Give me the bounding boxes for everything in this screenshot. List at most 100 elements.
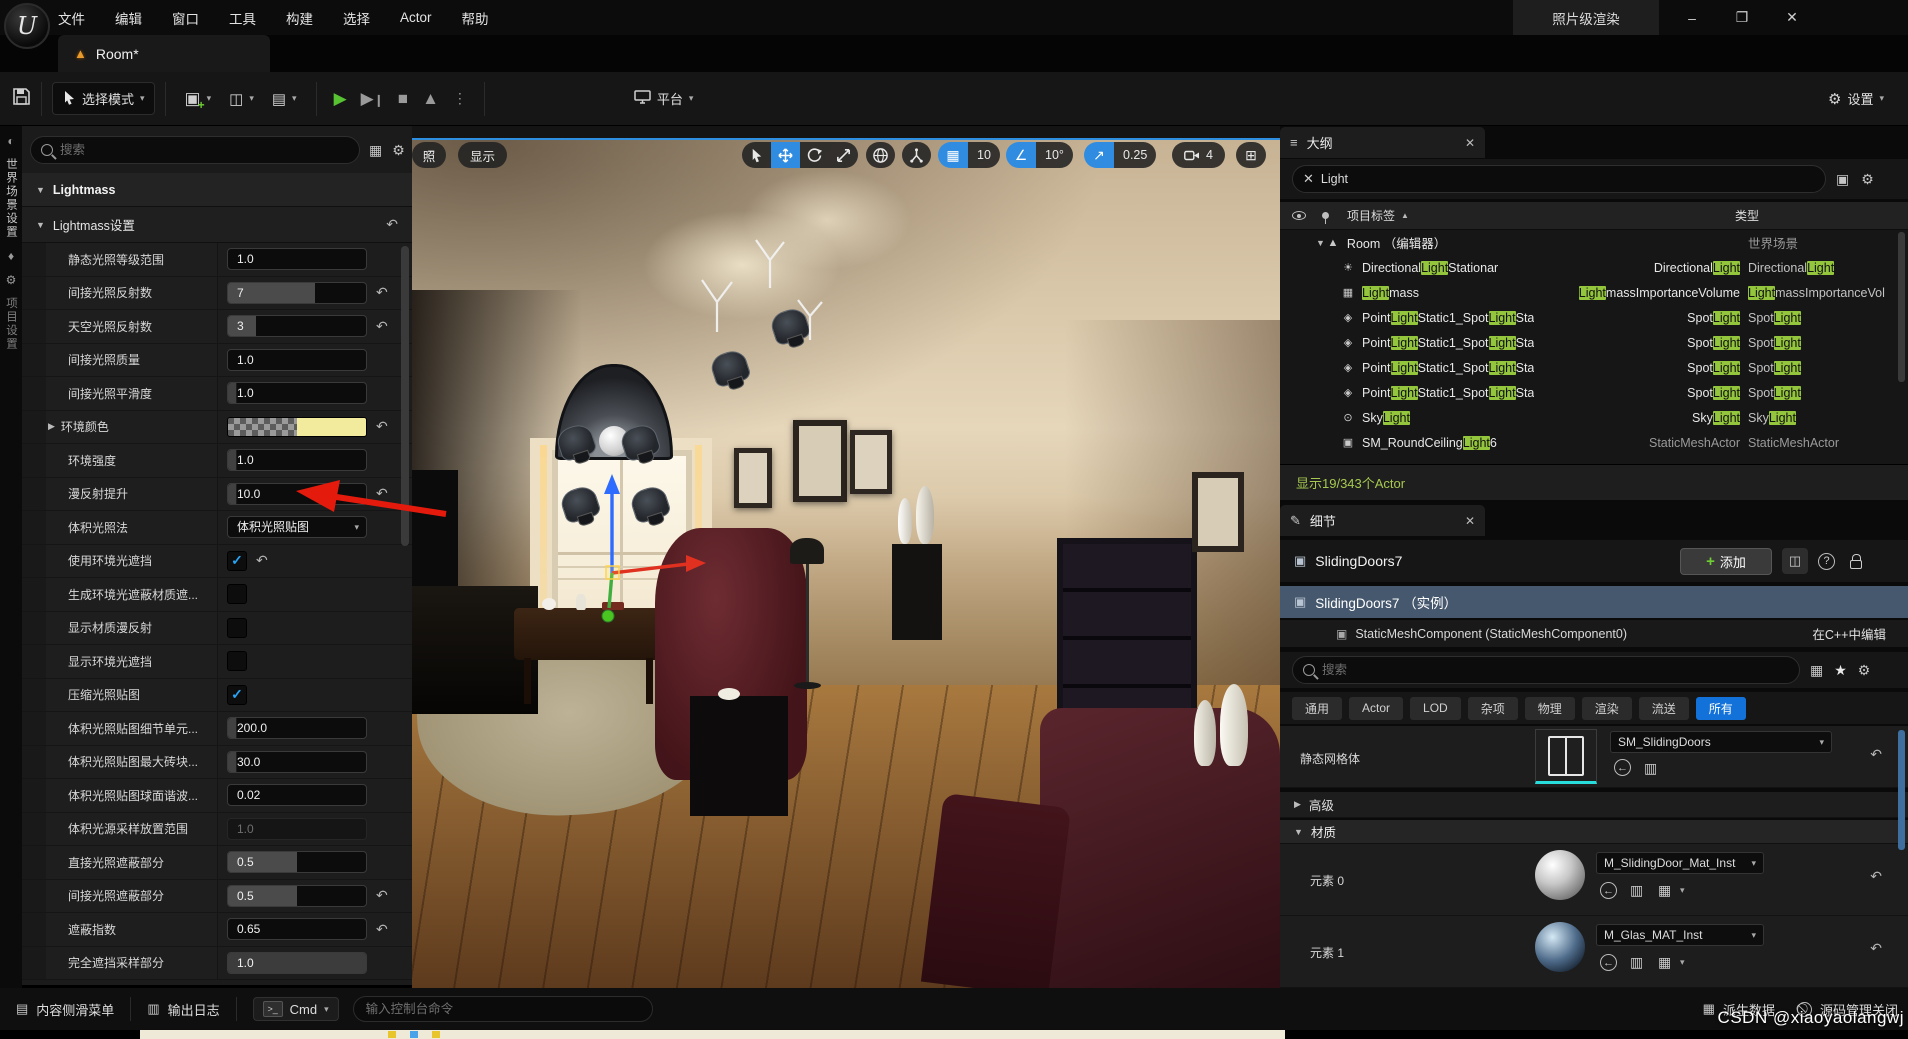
value-input[interactable]: 0.5 — [227, 851, 367, 873]
add-actor-dropdown[interactable]: ▣+▾ — [176, 83, 221, 115]
reset-icon[interactable]: ↶ — [1870, 746, 1882, 763]
select-tool[interactable] — [742, 142, 771, 168]
filter-chip-杂项[interactable]: 杂项 — [1468, 697, 1518, 720]
reset-icon[interactable]: ↶ — [376, 921, 388, 938]
value-input[interactable]: 30.0 — [227, 751, 367, 773]
world-coord-toggle[interactable] — [866, 142, 895, 168]
more-options-icon[interactable]: ▾ — [1680, 885, 1685, 896]
menu-文件[interactable]: 文件 — [58, 8, 85, 28]
rail-world-settings-tab[interactable]: 世界场景设置 — [3, 158, 19, 239]
outliner-settings-gear-icon[interactable]: ⚙ — [1861, 171, 1874, 188]
outliner-row[interactable]: ▦LightmassLightmassImportanceVolumeLight… — [1280, 280, 1908, 305]
section-lightmass[interactable]: ▼ Lightmass — [22, 173, 412, 207]
viewport-scene[interactable]: .spotg{width:36px;height:32px;background… — [412, 140, 1280, 990]
filter-chip-流送[interactable]: 流送 — [1639, 697, 1689, 720]
menu-Actor[interactable]: Actor — [400, 10, 432, 25]
section-lightmass-settings[interactable]: ▼ Lightmass设置 ↶ — [22, 207, 412, 243]
panel-settings-gear-icon[interactable]: ⚙ — [392, 142, 405, 159]
console-command-input[interactable] — [353, 996, 653, 1022]
outliner-row[interactable]: ☀DirectionalLightStationarDirectionalLig… — [1280, 255, 1908, 280]
reset-icon[interactable]: ↶ — [376, 318, 388, 335]
menu-构建[interactable]: 构建 — [286, 8, 313, 28]
outliner-row[interactable]: ▣SM_RoundCeilingLight6StaticMeshActorSta… — [1280, 430, 1908, 455]
grid-snap-value[interactable]: 10 — [968, 142, 1000, 168]
favorites-star-icon[interactable]: ★ — [1834, 662, 1847, 679]
value-checkbox[interactable] — [227, 618, 247, 638]
value-input[interactable]: 0.5 — [227, 885, 367, 907]
menu-选择[interactable]: 选择 — [343, 8, 370, 28]
move-tool[interactable] — [771, 142, 800, 168]
value-input[interactable]: 1.0 — [227, 382, 367, 404]
rail-project-settings-tab[interactable]: 项目设置 — [3, 297, 19, 351]
content-drawer-button[interactable]: ▤ 内容侧滑菜单 — [0, 988, 130, 1030]
menu-工具[interactable]: 工具 — [229, 8, 256, 28]
outliner-row[interactable]: ◈PointLightStatic1_SpotLightStaSpotLight… — [1280, 305, 1908, 330]
surface-snapping-toggle[interactable] — [902, 142, 931, 168]
cinematics-dropdown[interactable]: ▤▾ — [263, 84, 306, 114]
scale-tool[interactable] — [829, 142, 858, 168]
value-checkbox[interactable] — [227, 651, 247, 671]
outliner-row[interactable]: ◈PointLightStatic1_SpotLightStaSpotLight… — [1280, 330, 1908, 355]
details-scrollbar[interactable] — [1898, 730, 1905, 850]
value-checkbox[interactable] — [227, 584, 247, 604]
close-button[interactable]: ✕ — [1772, 0, 1812, 35]
project-title-button[interactable]: 照片级渲染 — [1513, 0, 1659, 35]
column-view-icon[interactable]: ▦ — [369, 142, 382, 159]
output-log-button[interactable]: ▥ 输出日志 — [131, 988, 235, 1030]
outliner-row[interactable]: ▼▲Room （编辑器）世界场景 — [1280, 230, 1908, 255]
blueprint-convert-icon[interactable]: ◫ — [1782, 548, 1808, 574]
material-asset-dropdown[interactable]: M_Glas_MAT_Inst▾ — [1596, 924, 1764, 946]
tab-outliner[interactable]: ≡ 大纲 ✕ — [1280, 127, 1485, 158]
viewport[interactable]: .spotg{width:36px;height:32px;background… — [412, 126, 1280, 990]
static-mesh-asset-dropdown[interactable]: SM_SlidingDoors▾ — [1610, 731, 1832, 753]
advanced-section[interactable]: ▶ 高级 — [1280, 792, 1908, 818]
value-input[interactable]: 7 — [227, 282, 367, 304]
menu-编辑[interactable]: 编辑 — [115, 8, 142, 28]
filter-chip-Actor[interactable]: Actor — [1349, 697, 1403, 720]
reset-icon[interactable]: ↶ — [376, 485, 388, 502]
close-icon[interactable]: ✕ — [1465, 514, 1475, 528]
browse-to-asset-icon[interactable]: ▥ — [1630, 954, 1643, 971]
details-search-input[interactable] — [1322, 663, 1789, 677]
skip-button[interactable]: ▶❙ — [361, 89, 384, 109]
world-settings-scrollbar[interactable] — [401, 246, 409, 546]
outliner-row[interactable]: ⊙SkyLightSkyLightSkyLight — [1280, 405, 1908, 430]
grid-snap-icon[interactable]: ▦ — [938, 142, 968, 168]
value-input[interactable]: 3 — [227, 315, 367, 337]
filter-chip-渲染[interactable]: 渲染 — [1582, 697, 1632, 720]
color-swatch[interactable] — [227, 417, 367, 437]
display-filter-icon[interactable]: ▦ — [1810, 662, 1823, 679]
tab-details[interactable]: ✎ 细节 ✕ — [1280, 505, 1485, 536]
cmd-dropdown[interactable]: >_ Cmd▾ — [253, 997, 339, 1021]
value-input[interactable]: 200.0 — [227, 717, 367, 739]
reset-icon[interactable]: ↶ — [1870, 940, 1882, 957]
texture-params-icon[interactable]: ▦ — [1658, 882, 1671, 899]
value-input[interactable]: 0.02 — [227, 784, 367, 806]
filter-chip-LOD[interactable]: LOD — [1410, 697, 1461, 720]
outliner-row[interactable]: ◈PointLightStatic1_SpotLightStaSpotLight… — [1280, 355, 1908, 380]
angle-snap-value[interactable]: 10° — [1036, 142, 1073, 168]
material-thumbnail[interactable] — [1535, 922, 1585, 972]
save-icon[interactable] — [12, 87, 31, 111]
angle-snap-icon[interactable]: ∠ — [1006, 142, 1036, 168]
reset-icon[interactable]: ↶ — [256, 552, 268, 569]
reset-icon[interactable]: ↶ — [1870, 868, 1882, 885]
stop-button[interactable]: ■ — [398, 89, 408, 109]
value-dropdown[interactable]: 体积光照贴图▾ — [227, 516, 367, 538]
add-folder-icon[interactable]: ▣ — [1836, 171, 1849, 188]
component-row-staticmesh[interactable]: ▣ StaticMeshComponent (StaticMeshCompone… — [1280, 620, 1908, 647]
static-mesh-thumbnail[interactable] — [1535, 729, 1597, 784]
reset-icon[interactable]: ↶ — [376, 418, 388, 435]
scale-snap-icon[interactable]: ↗ — [1084, 142, 1114, 168]
rotate-tool[interactable] — [800, 142, 829, 168]
world-settings-search-input[interactable] — [60, 143, 349, 157]
help-icon[interactable]: ? — [1818, 553, 1835, 570]
details-settings-gear-icon[interactable]: ⚙ — [1858, 662, 1871, 679]
value-input[interactable]: 1.0 — [227, 952, 367, 974]
texture-params-icon[interactable]: ▦ — [1658, 954, 1671, 971]
use-selected-asset-icon[interactable]: ← — [1614, 759, 1631, 776]
details-search[interactable] — [1292, 656, 1800, 684]
show-flags-button[interactable]: 显示 — [458, 142, 507, 168]
use-selected-asset-icon[interactable]: ← — [1600, 882, 1617, 899]
reset-icon[interactable]: ↶ — [386, 216, 398, 233]
